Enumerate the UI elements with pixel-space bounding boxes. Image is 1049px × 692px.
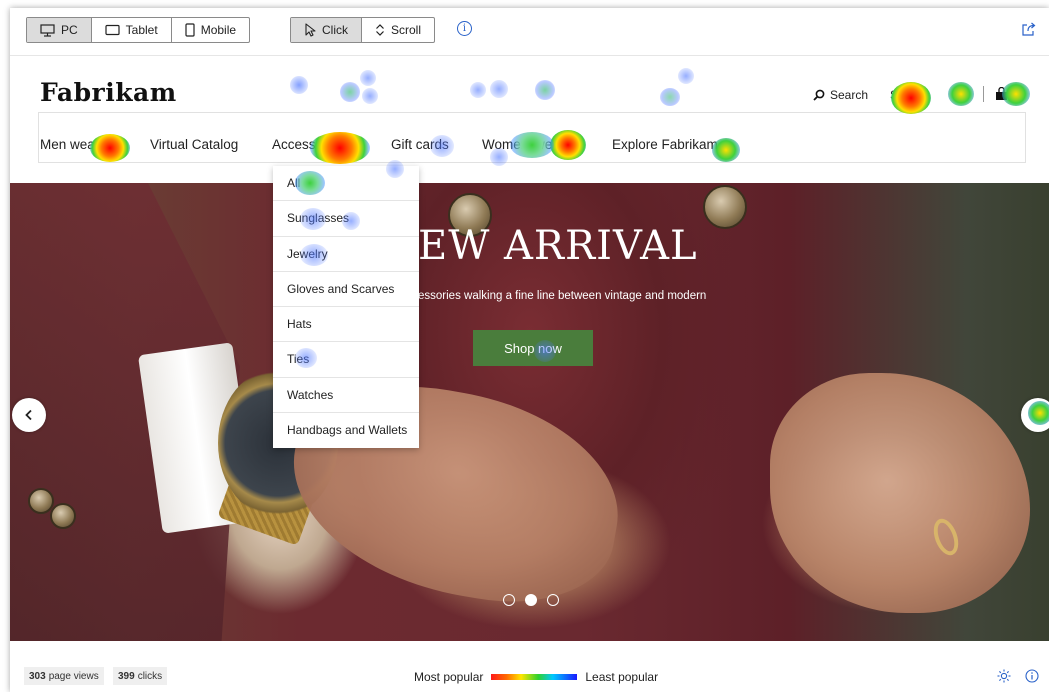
brightness-icon[interactable] [997, 669, 1011, 683]
tablet-icon [105, 24, 120, 36]
device-pc-button[interactable]: PC [27, 18, 92, 42]
carousel-dot[interactable] [503, 594, 515, 606]
search-icon [813, 89, 825, 101]
info-glyph: i [462, 23, 467, 34]
heatmap-toolbar: PC Tablet Mobile Click Scroll i [10, 8, 1049, 56]
page-views-badge: 303 page views [24, 667, 104, 685]
heatmap-coldspot [360, 70, 376, 86]
carousel-indicators [503, 594, 559, 606]
page-views-label: page views [48, 670, 99, 682]
dropdown-item-gloves-scarves[interactable]: Gloves and Scarves [273, 272, 419, 307]
legend-color-scale [491, 674, 578, 680]
page-views-value: 303 [29, 670, 46, 682]
hero-title: EW ARRIVAL [418, 223, 698, 269]
legend-most-label: Most popular [414, 670, 484, 684]
shopping-bag-icon[interactable] [995, 87, 1008, 101]
heatmap-coldspot [340, 82, 360, 102]
mode-scroll-button[interactable]: Scroll [362, 18, 434, 42]
device-tablet-label: Tablet [125, 23, 158, 37]
mode-click-label: Click [322, 23, 348, 37]
nav-accessories[interactable]: Accessories [272, 137, 345, 152]
mobile-icon [185, 23, 195, 37]
heatmap-coldspot [362, 88, 378, 104]
pointer-icon [305, 23, 316, 37]
dropdown-item-ties[interactable]: Ties [273, 342, 419, 378]
search-label: Search [830, 88, 869, 102]
footer-icons [997, 669, 1039, 683]
accessories-dropdown: All Sunglasses Jewelry Gloves and Scarve… [273, 166, 419, 448]
hero-jacket-button [703, 185, 747, 229]
device-mobile-button[interactable]: Mobile [172, 18, 249, 42]
popularity-legend: Most popular Least popular [414, 670, 658, 684]
site-search[interactable]: Search [813, 88, 868, 102]
hero-subtitle: essories walking a fine line between vin… [418, 290, 707, 302]
clicks-label: clicks [137, 670, 163, 682]
heatmap-coldspot [678, 68, 694, 84]
dropdown-item-watches[interactable]: Watches [273, 378, 419, 413]
clicks-badge: 399 clicks [113, 667, 168, 685]
share-icon[interactable] [1021, 21, 1037, 37]
chevron-left-icon [25, 409, 32, 421]
hero-cuff-button [50, 503, 76, 529]
device-pc-label: PC [61, 23, 78, 37]
info-circle-icon[interactable] [1025, 669, 1039, 683]
scroll-icon [376, 24, 384, 36]
header-divider [983, 86, 984, 102]
hero-carousel: EW ARRIVAL essories walking a fine line … [10, 183, 1049, 641]
monitor-icon [40, 23, 55, 37]
heatmap-footer: 303 page views 399 clicks Most popular L… [10, 641, 1049, 692]
heatmap-coldspot [490, 80, 508, 98]
carousel-next-button[interactable] [1021, 398, 1049, 432]
heatmap-coldspot [470, 82, 486, 98]
dropdown-item-jewelry[interactable]: Jewelry [273, 237, 419, 272]
device-tablet-button[interactable]: Tablet [92, 18, 172, 42]
dropdown-item-handbags-wallets[interactable]: Handbags and Wallets [273, 413, 419, 448]
nav-virtual-catalog[interactable]: Virtual Catalog [150, 137, 238, 152]
mode-scroll-label: Scroll [391, 23, 422, 37]
carousel-dot-active[interactable] [525, 594, 537, 606]
nav-womenswear[interactable]: Womenswear [482, 137, 564, 152]
heatmap-coldspot [660, 88, 680, 106]
clicks-value: 399 [118, 670, 135, 682]
carousel-prev-button[interactable] [12, 398, 46, 432]
wishlist-heart-icon[interactable] [956, 88, 970, 100]
device-mobile-label: Mobile [200, 23, 237, 37]
nav-explore-fabrikam[interactable]: Explore Fabrikam [612, 137, 718, 152]
hero-right-hand [770, 373, 1030, 613]
dropdown-item-hats[interactable]: Hats [273, 307, 419, 343]
heatmap-coldspot [290, 76, 308, 94]
dropdown-item-all[interactable]: All [273, 166, 419, 202]
heatmap-viewer: PC Tablet Mobile Click Scroll i Fabrikam… [10, 8, 1049, 692]
nav-gift-cards[interactable]: Gift cards [391, 137, 449, 152]
signin-link[interactable]: S [890, 88, 898, 102]
mode-click-button[interactable]: Click [291, 18, 362, 42]
legend-least-label: Least popular [585, 670, 659, 684]
info-icon[interactable]: i [457, 21, 472, 36]
nav-men-wear[interactable]: Men wear [40, 137, 99, 152]
shop-now-button[interactable]: Shop now [473, 330, 593, 366]
site-logo[interactable]: Fabrikam [40, 78, 177, 107]
mode-selector: Click Scroll [290, 17, 436, 43]
device-selector: PC Tablet Mobile [26, 17, 251, 43]
heatmap-coldspot [535, 80, 555, 100]
dropdown-item-sunglasses[interactable]: Sunglasses [273, 201, 419, 237]
carousel-dot[interactable] [547, 594, 559, 606]
